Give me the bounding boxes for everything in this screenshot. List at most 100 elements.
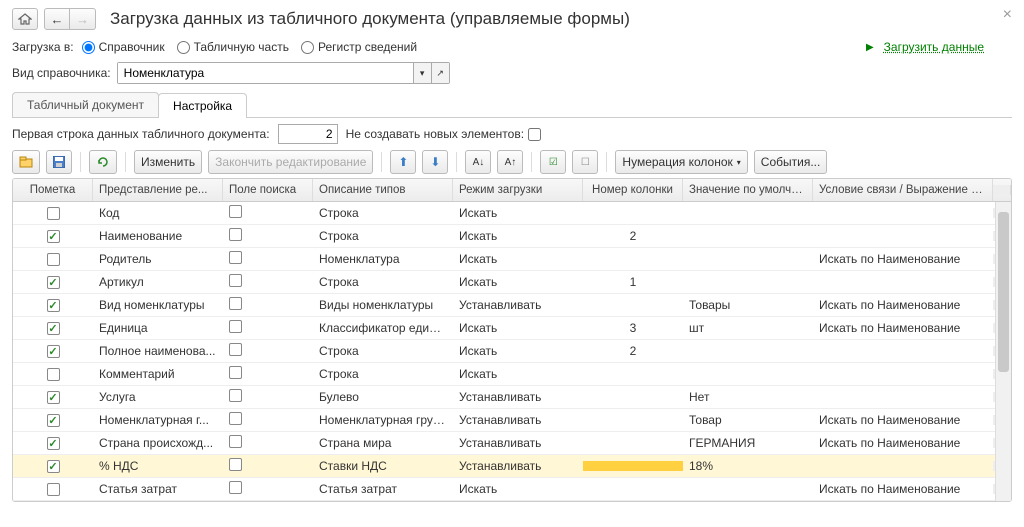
sort-asc-button[interactable]: A↓	[465, 150, 491, 174]
search-checkbox[interactable]	[229, 366, 242, 379]
table-row[interactable]: ЕдиницаКлассификатор едини...Искать3штИс…	[13, 317, 1011, 340]
search-checkbox[interactable]	[229, 228, 242, 241]
table-row[interactable]: КодСтрокаИскать	[13, 202, 1011, 225]
search-checkbox[interactable]	[229, 481, 242, 494]
col-header-def[interactable]: Значение по умолча...	[683, 179, 813, 201]
cell-cond: Искать по Наименование	[813, 316, 993, 340]
search-checkbox[interactable]	[229, 412, 242, 425]
radio-tabchast[interactable]: Табличную часть	[177, 40, 289, 54]
table-row[interactable]: Страна происхожд...Страна мираУстанавлив…	[13, 432, 1011, 455]
refresh-button[interactable]	[89, 150, 117, 174]
table-row[interactable]: НаименованиеСтрокаИскать2	[13, 225, 1011, 248]
col-header-desc[interactable]: Описание типов	[313, 179, 453, 201]
mark-checkbox[interactable]	[47, 391, 60, 404]
events-button[interactable]: События...	[754, 150, 828, 174]
ref-kind-label: Вид справочника:	[12, 66, 111, 80]
ref-kind-dropdown-icon[interactable]: ▾	[413, 63, 431, 83]
ref-kind-open-icon[interactable]: ↗	[431, 63, 449, 83]
search-checkbox[interactable]	[229, 251, 242, 264]
search-checkbox[interactable]	[229, 458, 242, 471]
save-button[interactable]	[46, 150, 72, 174]
cell-num: 2	[583, 339, 683, 363]
load-to-label: Загрузка в:	[12, 40, 74, 54]
cell-rep: Комментарий	[93, 362, 223, 386]
cell-cond	[813, 231, 993, 241]
cell-desc: Строка	[313, 202, 453, 225]
col-header-search[interactable]: Поле поиска	[223, 179, 313, 201]
play-icon: ▶	[866, 42, 874, 53]
search-checkbox[interactable]	[229, 320, 242, 333]
table-row[interactable]: КомментарийСтрокаИскать	[13, 363, 1011, 386]
tab-settings[interactable]: Настройка	[158, 93, 247, 118]
sort-desc-button[interactable]: A↑	[497, 150, 523, 174]
move-down-button[interactable]: ⬇	[422, 150, 448, 174]
table-row[interactable]: Вид номенклатурыВиды номенклатурыУстанав…	[13, 294, 1011, 317]
cell-rep: Вид номенклатуры	[93, 293, 223, 317]
no-create-checkbox[interactable]: Не создавать новых элементов:	[346, 127, 541, 141]
home-button[interactable]	[12, 8, 38, 30]
mark-checkbox[interactable]	[47, 322, 60, 335]
col-header-rep[interactable]: Представление ре...	[93, 179, 223, 201]
search-checkbox[interactable]	[229, 274, 242, 287]
grid-scrollbar[interactable]	[995, 202, 1011, 501]
table-row[interactable]: Статья затратСтатья затратИскатьИскать п…	[13, 478, 1011, 501]
load-data-link[interactable]: Загрузить данные	[884, 40, 984, 54]
col-header-mode[interactable]: Режим загрузки	[453, 179, 583, 201]
close-icon[interactable]: ×	[1003, 6, 1012, 24]
mark-checkbox[interactable]	[47, 230, 60, 243]
col-header-cond[interactable]: Условие связи / Выражение д...	[813, 179, 993, 201]
cell-cond: Искать по Наименование	[813, 408, 993, 432]
mark-checkbox[interactable]	[47, 207, 60, 220]
uncheck-all-button[interactable]: ☐	[572, 150, 598, 174]
ref-kind-input[interactable]	[118, 63, 413, 83]
table-row[interactable]: УслугаБулевоУстанавливатьНет	[13, 386, 1011, 409]
mark-checkbox[interactable]	[47, 368, 60, 381]
mark-checkbox[interactable]	[47, 253, 60, 266]
cell-rep: Наименование	[93, 224, 223, 248]
first-row-input[interactable]	[278, 124, 338, 144]
col-header-num[interactable]: Номер колонки	[583, 179, 683, 201]
forward-button[interactable]: →	[70, 8, 96, 30]
mark-checkbox[interactable]	[47, 299, 60, 312]
cell-mode: Устанавливать	[453, 385, 583, 409]
cell-def: Товар	[683, 408, 813, 432]
column-numbering-button[interactable]: Нумерация колонок▾	[615, 150, 747, 174]
radio-spravochnik[interactable]: Справочник	[82, 40, 165, 54]
cell-num: 3	[583, 316, 683, 340]
cell-def: Товары	[683, 293, 813, 317]
table-row[interactable]: Номенклатурная г...Номенклатурная группа…	[13, 409, 1011, 432]
check-all-button[interactable]: ☑	[540, 150, 566, 174]
search-checkbox[interactable]	[229, 435, 242, 448]
cell-cond	[813, 277, 993, 287]
open-folder-button[interactable]	[12, 150, 40, 174]
mark-checkbox[interactable]	[47, 414, 60, 427]
cell-mode: Искать	[453, 270, 583, 294]
cell-desc: Булево	[313, 385, 453, 409]
mark-checkbox[interactable]	[47, 345, 60, 358]
search-checkbox[interactable]	[229, 343, 242, 356]
edit-button[interactable]: Изменить	[134, 150, 202, 174]
cell-rep: Артикул	[93, 270, 223, 294]
radio-regsved[interactable]: Регистр сведений	[301, 40, 417, 54]
tab-tabular-doc[interactable]: Табличный документ	[12, 92, 159, 117]
table-row[interactable]: % НДССтавки НДСУстанавливать18%	[13, 455, 1011, 478]
settings-grid: Пометка Представление ре... Поле поиска …	[12, 178, 1012, 502]
cell-def	[683, 254, 813, 264]
table-row[interactable]: Полное наименова...СтрокаИскать2	[13, 340, 1011, 363]
search-checkbox[interactable]	[229, 389, 242, 402]
search-checkbox[interactable]	[229, 205, 242, 218]
mark-checkbox[interactable]	[47, 460, 60, 473]
cell-mode: Устанавливать	[453, 431, 583, 455]
mark-checkbox[interactable]	[47, 483, 60, 496]
mark-checkbox[interactable]	[47, 276, 60, 289]
table-row[interactable]: АртикулСтрокаИскать1	[13, 271, 1011, 294]
back-button[interactable]: ←	[44, 8, 70, 30]
table-row[interactable]: РодительНоменклатураИскатьИскать по Наим…	[13, 248, 1011, 271]
search-checkbox[interactable]	[229, 297, 242, 310]
first-row-label: Первая строка данных табличного документ…	[12, 127, 270, 141]
finish-edit-button[interactable]: Закончить редактирование	[208, 150, 373, 174]
move-up-button[interactable]: ⬆	[390, 150, 416, 174]
cell-cond	[813, 392, 993, 402]
col-header-mark[interactable]: Пометка	[13, 179, 93, 201]
mark-checkbox[interactable]	[47, 437, 60, 450]
